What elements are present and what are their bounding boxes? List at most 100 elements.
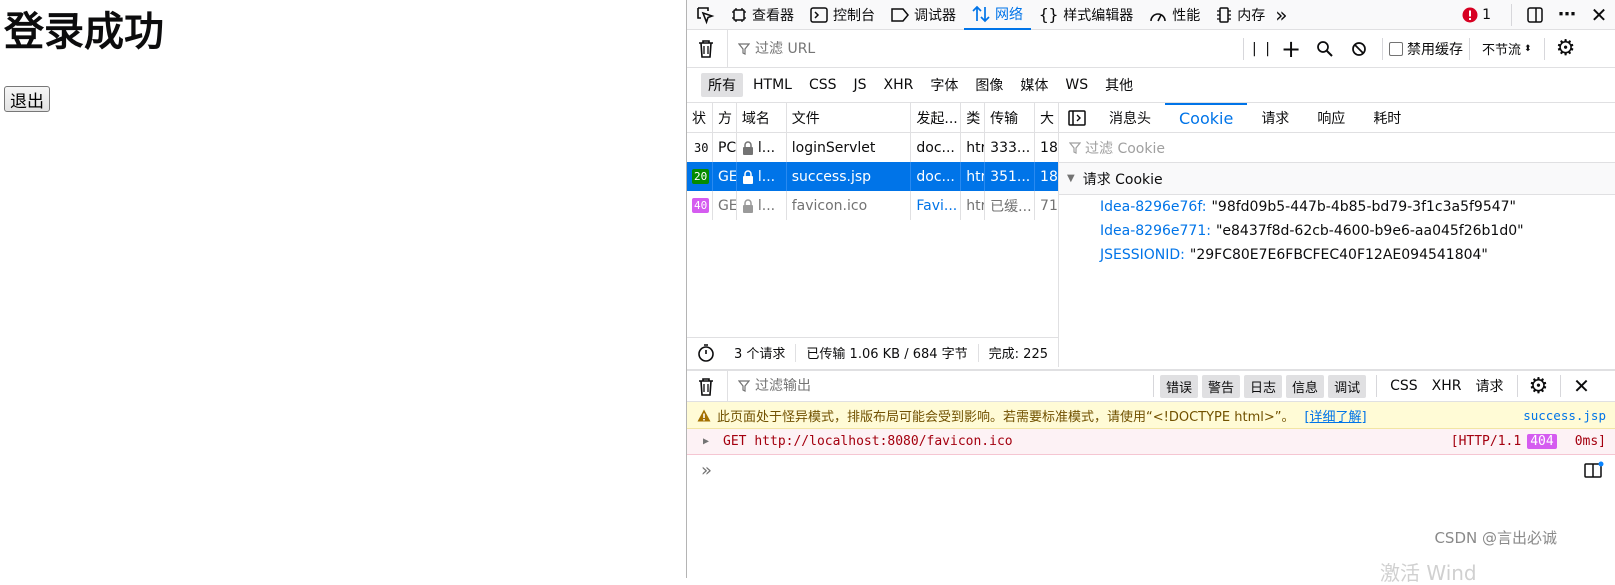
console-filter[interactable] — [727, 369, 1147, 403]
cookie-filter[interactable]: 过滤 Cookie — [1059, 133, 1615, 163]
level-logs-button[interactable]: 日志 — [1244, 374, 1283, 398]
toolbar-separator — [1243, 37, 1244, 60]
request-initiator: Favi... — [911, 191, 962, 220]
category-xhr-button[interactable]: XHR — [1425, 378, 1469, 394]
error-count-icon[interactable] — [1462, 7, 1478, 23]
tab-request[interactable]: 请求 — [1247, 103, 1303, 133]
tab-headers[interactable]: 消息头 — [1095, 103, 1165, 133]
details-tabs: 消息头 Cookie 请求 响应 耗时 — [1059, 102, 1615, 133]
level-warnings-button[interactable]: 警告 — [1202, 374, 1241, 398]
toolbar-separator — [1376, 375, 1378, 397]
gear-icon[interactable]: ⚙ — [1551, 36, 1581, 61]
type-filter-xhr[interactable]: XHR — [877, 75, 921, 95]
style-editor-icon: {} — [1039, 5, 1059, 24]
table-row[interactable]: 30 PC l... loginServlet doc... htr 333..… — [687, 133, 1058, 162]
warning-source-link[interactable]: success.jsp — [1523, 408, 1606, 423]
logout-button[interactable]: 退出 — [4, 86, 50, 112]
console-settings-icon[interactable]: ⚙ — [1524, 374, 1554, 399]
disable-cache-checkbox[interactable] — [1389, 41, 1403, 56]
error-time: 0ms] — [1574, 434, 1606, 449]
network-toolbar: | | + 禁用缓存 不节流 ⬍ ⚙ — [687, 29, 1615, 68]
tab-console[interactable]: 控制台 — [802, 0, 883, 30]
category-css-button[interactable]: CSS — [1383, 378, 1425, 394]
type-filter-ws[interactable]: WS — [1058, 75, 1095, 95]
expand-arrow-icon[interactable]: ▶ — [703, 436, 709, 447]
category-requests-button[interactable]: 请求 — [1469, 376, 1511, 396]
console-error-message[interactable]: ▶ GET http://localhost:8080/favicon.ico … — [687, 429, 1615, 455]
add-icon[interactable]: + — [1274, 35, 1308, 63]
tab-debugger[interactable]: 调试器 — [883, 0, 964, 30]
tab-debugger-label: 调试器 — [914, 7, 956, 24]
type-filter-media[interactable]: 媒体 — [1013, 73, 1055, 97]
request-table: 状 方 域名 文件 发起... 类 传输 大 30 PC l... loginS… — [687, 103, 1059, 337]
table-row[interactable]: 40 GE l... favicon.ico Favi... htr 已缓...… — [687, 191, 1058, 220]
clear-requests-icon[interactable] — [697, 39, 715, 59]
cookie-row[interactable]: Idea-8296e76f: "98fd09b5-447b-4b85-bd79-… — [1059, 195, 1615, 219]
cookie-value: "29FC80E7E6FBCFEC40F12AE094541804" — [1189, 247, 1488, 263]
type-filter-css[interactable]: CSS — [802, 75, 844, 95]
tab-cookie[interactable]: Cookie — [1165, 102, 1248, 133]
close-split-console-icon[interactable]: ✕ — [1567, 374, 1597, 398]
level-errors-button[interactable]: 错误 — [1160, 374, 1199, 398]
request-size: 18 — [1040, 168, 1058, 185]
tab-timings[interactable]: 耗时 — [1359, 103, 1415, 133]
column-type[interactable]: 类 — [961, 103, 986, 132]
tab-memory[interactable]: 内存 — [1208, 0, 1273, 30]
column-status[interactable]: 状 — [687, 103, 713, 132]
lock-icon — [742, 198, 754, 213]
column-domain[interactable]: 域名 — [737, 103, 787, 132]
request-file: favicon.ico — [787, 191, 912, 220]
cookie-row[interactable]: JSESSIONID: "29FC80E7E6FBCFEC40F12AE0945… — [1059, 243, 1615, 267]
tab-network[interactable]: 网络 — [964, 0, 1031, 30]
type-filter-images[interactable]: 图像 — [968, 73, 1010, 97]
type-filter-other[interactable]: 其他 — [1098, 73, 1140, 97]
url-filter-input[interactable] — [755, 40, 1155, 57]
close-devtools-icon[interactable]: ✕ — [1582, 3, 1615, 27]
request-size: 71 — [1040, 197, 1058, 214]
column-initiator[interactable]: 发起... — [911, 103, 962, 132]
type-filter-js[interactable]: JS — [847, 75, 874, 95]
level-info-button[interactable]: 信息 — [1286, 374, 1325, 398]
column-size[interactable]: 大 — [1035, 103, 1058, 132]
cookie-name: Idea-8296e76f: — [1100, 199, 1207, 215]
request-initiator: doc... — [911, 162, 962, 191]
throttle-select[interactable]: 不节流 ⬍ — [1476, 39, 1538, 58]
stopwatch-icon[interactable] — [687, 343, 724, 363]
more-tools-icon[interactable]: » — [1275, 3, 1287, 27]
performance-icon — [1149, 7, 1167, 23]
column-method[interactable]: 方 — [713, 103, 737, 132]
table-row-selected[interactable]: 20 GE l... success.jsp doc... htr 351...… — [687, 162, 1058, 191]
type-filter-bar: 所有 HTML CSS JS XHR 字体 图像 媒体 WS 其他 — [687, 68, 1615, 103]
console-input-row[interactable]: » — [687, 456, 1615, 484]
tab-performance[interactable]: 性能 — [1141, 0, 1208, 30]
block-icon[interactable] — [1342, 41, 1376, 57]
learn-more-link[interactable]: [详细了解] — [1304, 406, 1366, 425]
console-warning-message[interactable]: 此页面处于怪异模式，排版布局可能会受到影响。若需要标准模式，请使用“<!DOCT… — [687, 402, 1615, 429]
cookie-value: "98fd09b5-447b-4b85-bd79-3f1c3a5f9547" — [1211, 199, 1516, 215]
type-filter-html[interactable]: HTML — [746, 75, 799, 95]
tab-style-editor[interactable]: {} 样式编辑器 — [1031, 0, 1141, 30]
pause-icon[interactable]: | | — [1250, 41, 1274, 57]
console-filter-input[interactable] — [755, 378, 1147, 394]
cookie-row[interactable]: Idea-8296e771: "e8437f8d-62cb-4600-b9e6-… — [1059, 219, 1615, 243]
level-debug-button[interactable]: 调试 — [1328, 374, 1367, 398]
element-picker-icon[interactable] — [687, 0, 723, 30]
error-text: GET http://localhost:8080/favicon.ico — [723, 434, 1013, 449]
cookie-value: "e8437f8d-62cb-4600-b9e6-aa045f26b1d0" — [1215, 223, 1524, 239]
column-transferred[interactable]: 传输 — [985, 103, 1036, 132]
clear-console-icon[interactable] — [697, 377, 715, 397]
request-cookie-section[interactable]: ▼ 请求 Cookie — [1059, 163, 1615, 195]
url-filter[interactable] — [727, 29, 1237, 68]
toggle-sidebar-icon[interactable] — [1059, 109, 1095, 126]
editor-mode-icon[interactable] — [1584, 461, 1604, 479]
menu-dots-icon[interactable]: ⋯ — [1552, 4, 1582, 25]
section-title: 请求 Cookie — [1082, 171, 1163, 188]
type-filter-fonts[interactable]: 字体 — [923, 73, 965, 97]
dock-side-icon[interactable] — [1518, 6, 1552, 24]
column-file[interactable]: 文件 — [787, 103, 912, 132]
tab-inspector[interactable]: 查看器 — [723, 0, 802, 30]
type-filter-all[interactable]: 所有 — [701, 73, 743, 97]
request-method: PC — [713, 133, 737, 162]
search-icon[interactable] — [1308, 40, 1342, 58]
tab-response[interactable]: 响应 — [1303, 103, 1359, 133]
